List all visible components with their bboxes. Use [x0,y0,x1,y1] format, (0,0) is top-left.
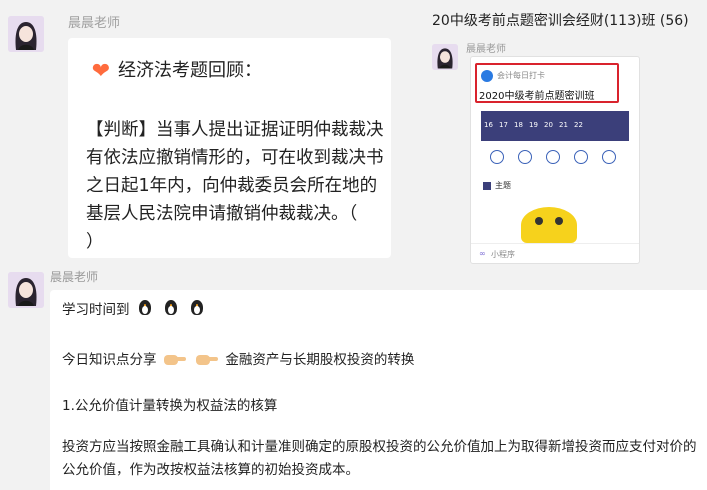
message-text: 今日知识点分享 [62,352,157,368]
section-label: 主题 [495,181,511,190]
calendar-day: 18 [514,121,523,129]
pointing-hand-icon [163,352,186,366]
message-line: 学习时间到 [62,298,208,318]
section-marker-icon [483,182,491,190]
topic-text: 金融资产与长期股权投资的转换 [225,352,415,368]
heart-icon: ❤ [91,59,111,84]
penguin-emoji-icon [188,300,206,318]
calendar-day: 21 [559,121,568,129]
sender-name: 晨晨老师 [50,270,99,284]
message-bubble[interactable]: 学习时间到 今日知识点分享 金融资产与长期股权投资的转换 1.公允价值计量转换为… [50,290,707,490]
mini-program-header: 会计每日打卡 2020中级考前点题密训班 [475,63,619,103]
bee-mascot-icon [521,207,577,243]
message-paragraph: 投资方应当按照金融工具确认和计量准则确定的原股权投资的公允价值加上为取得新增投资… [62,439,697,478]
mini-program-name: 2020中级考前点题密训班 [479,91,595,102]
link-icon: ∞ [479,249,486,258]
card-title: ❤ 经济法考题回顾： [91,59,262,84]
sender-name: 晨晨老师 [68,16,121,31]
chat-title: 20中级考前点题密训会经财(113)班 (56) [432,13,689,29]
card-body: 【判断】当事人提出证据证明仲裁裁决有依法应撤销情形的，可在收到裁决书之日起1年内… [86,120,384,252]
calendar-day: 16 [484,121,493,129]
circle-icon [490,150,504,164]
circle-icon [602,150,616,164]
message-line: 今日知识点分享 金融资产与长期股权投资的转换 [62,348,414,368]
pointing-hand-icon [196,352,219,366]
calendar-day: 22 [574,121,583,129]
circle-icon [574,150,588,164]
mini-program-label: 小程序 [491,250,515,259]
calendar-day: 19 [529,121,538,129]
mini-program-source: 会计每日打卡 [497,71,545,80]
message-text: 学习时间到 [62,302,130,318]
function-icons [483,149,623,175]
penguin-emoji-icon [136,300,154,318]
circle-icon [518,150,532,164]
calendar-strip: 16 17 18 19 20 21 22 [481,111,629,141]
sender-name: 晨晨老师 [466,44,506,55]
avatar[interactable] [8,16,44,52]
message-bubble[interactable]: ❤ 经济法考题回顾： 【判断】当事人提出证据证明仲裁裁决有依法应撤销情形的，可在收… [68,38,391,258]
app-logo-icon [481,70,493,82]
mini-program-card[interactable]: 会计每日打卡 2020中级考前点题密训班 16 17 18 19 20 21 22 主题 ∞… [470,56,640,264]
calendar-day: 17 [499,121,508,129]
avatar[interactable] [8,272,44,308]
message-line: 1.公允价值计量转换为权益法的核算 [62,398,278,414]
avatar[interactable] [432,44,458,70]
penguin-emoji-icon [162,300,180,318]
circle-icon [546,150,560,164]
mini-program-footer: ∞ 小程序 [471,243,639,263]
calendar-day: 20 [544,121,553,129]
